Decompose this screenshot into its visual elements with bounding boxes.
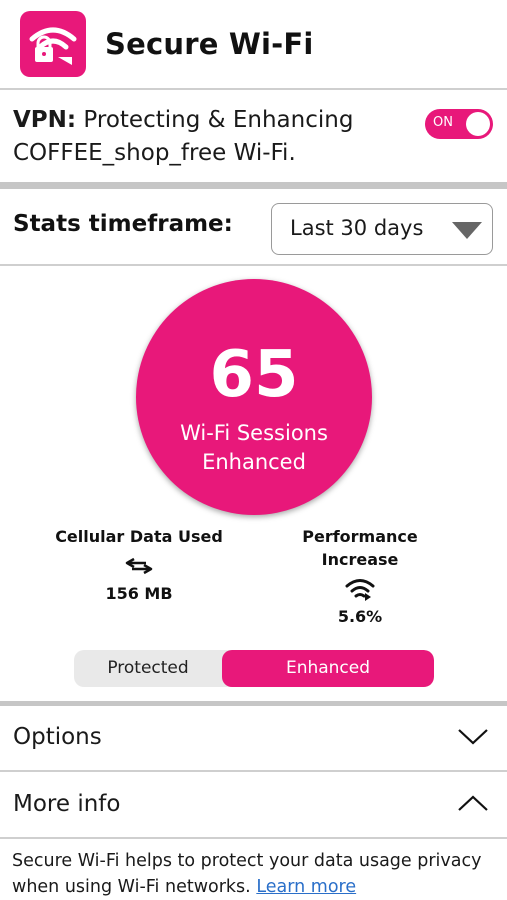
- vpn-status-text: Protecting & Enhancing: [83, 107, 354, 133]
- vpn-label: VPN:: [13, 107, 77, 133]
- vpn-toggle-knob: [466, 112, 490, 136]
- vpn-status: VPN: Protecting & Enhancing COFFEE_shop_…: [0, 90, 507, 182]
- stats-timeframe-select[interactable]: Last 30 days: [271, 203, 493, 255]
- app-title: Secure Wi-Fi: [105, 27, 314, 61]
- more-info-label: More info: [13, 791, 121, 817]
- mode-segmented-control: Protected Enhanced: [74, 650, 434, 687]
- wifi-signal-icon: [270, 571, 450, 607]
- performance-metric: Performance Increase 5.6%: [270, 525, 450, 626]
- cellular-data-value: 156 MB: [105, 584, 173, 603]
- cellular-data-label: Cellular Data Used: [55, 527, 223, 546]
- vpn-network-name: COFFEE_shop_free Wi-Fi.: [13, 140, 296, 166]
- dropdown-arrow-icon: [452, 222, 482, 239]
- segment-enhanced[interactable]: Enhanced: [222, 650, 434, 687]
- more-info-section[interactable]: More info: [0, 773, 507, 839]
- more-info-description: Secure Wi-Fi helps to protect your data …: [12, 851, 482, 897]
- stats-timeframe-row: Stats timeframe: Last 30 days: [0, 189, 507, 266]
- sessions-summary-circle: 65 Wi-Fi Sessions Enhanced: [136, 279, 372, 515]
- stats-timeframe-label: Stats timeframe:: [13, 211, 233, 237]
- learn-more-link[interactable]: Learn more: [256, 877, 356, 897]
- segment-protected[interactable]: Protected: [74, 650, 222, 687]
- sessions-count: 65: [209, 338, 299, 412]
- vpn-toggle-label: ON: [433, 115, 453, 130]
- app-header: Secure Wi-Fi: [0, 0, 507, 90]
- wifi-lock-icon: [20, 11, 86, 77]
- options-label: Options: [13, 724, 102, 750]
- data-transfer-icon: [49, 548, 229, 584]
- chevron-down-icon: [457, 726, 489, 750]
- performance-value: 5.6%: [337, 607, 383, 626]
- options-section[interactable]: Options: [0, 706, 507, 772]
- vpn-toggle[interactable]: ON: [425, 109, 493, 139]
- performance-label: Performance Increase: [302, 527, 418, 569]
- more-info-text: Secure Wi-Fi helps to protect your data …: [12, 848, 492, 900]
- cellular-data-metric: Cellular Data Used 156 MB: [49, 525, 229, 603]
- divider: [0, 182, 507, 189]
- chevron-up-icon: [457, 793, 489, 817]
- stats-timeframe-value: Last 30 days: [290, 216, 424, 240]
- sessions-caption: Wi-Fi Sessions Enhanced: [180, 421, 328, 474]
